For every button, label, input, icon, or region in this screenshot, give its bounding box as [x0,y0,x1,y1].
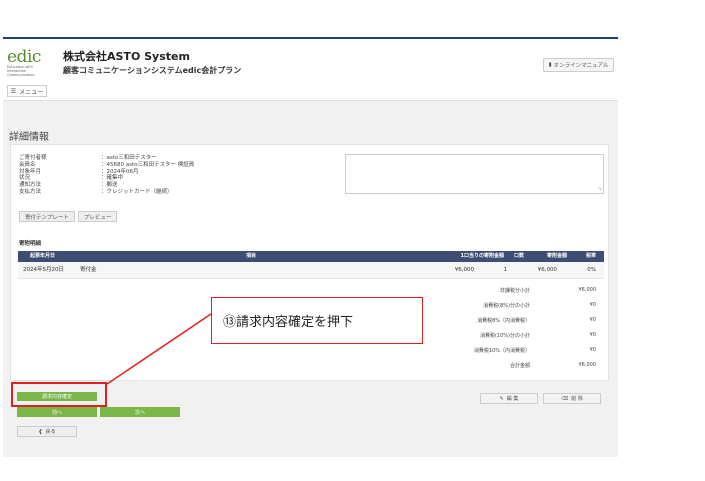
instruction-callout: ⑬請求内容確定を押下 [211,297,423,344]
callout-pointer [106,313,212,385]
